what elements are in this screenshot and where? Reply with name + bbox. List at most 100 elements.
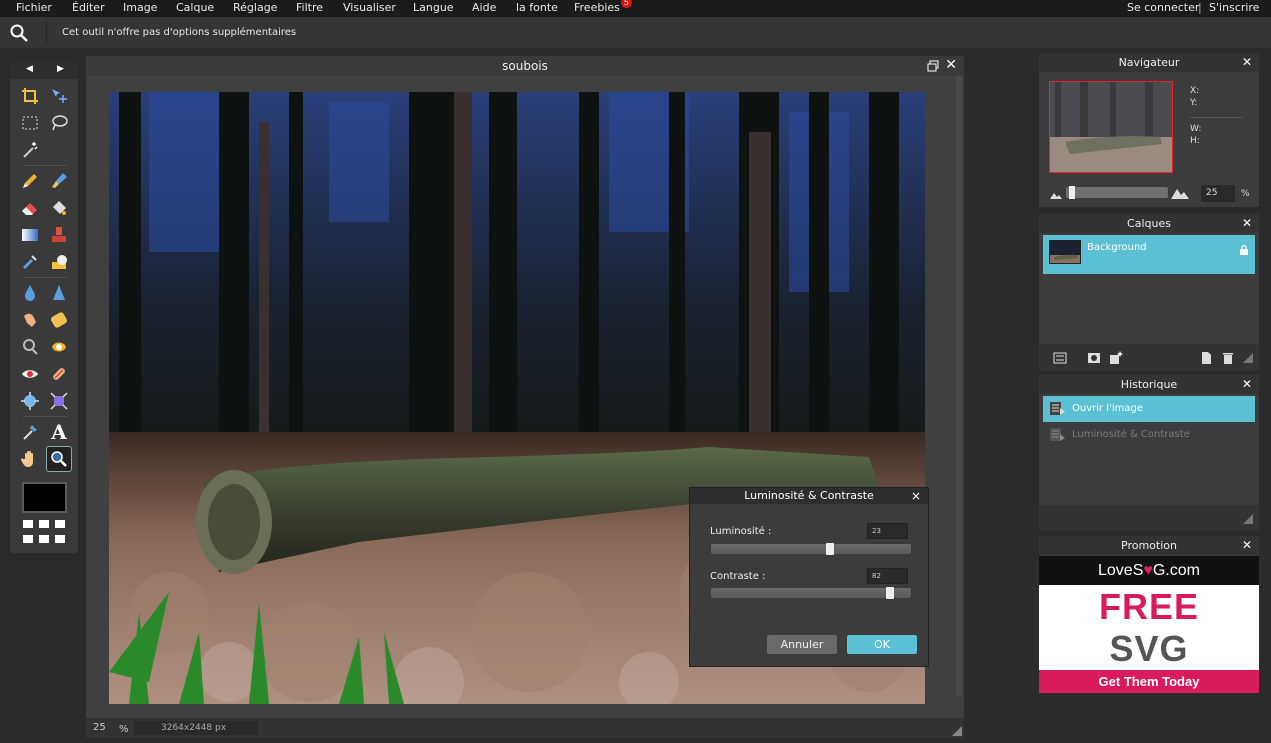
doc-zoom-value[interactable]: 25 [93,722,106,733]
menu-la-fonte[interactable]: la fonte [516,1,558,14]
history-close-icon[interactable]: ✕ [1242,375,1252,394]
layout-grid-cell[interactable] [39,535,49,543]
dialog-close-icon[interactable]: × [911,489,921,503]
document-scrollbar[interactable] [956,76,962,696]
menu-visualiser[interactable]: Visualiser [343,1,396,14]
navigator-zoom-input[interactable]: 25 [1201,185,1235,202]
doc-zoom-unit: % [119,724,129,735]
layer-row[interactable]: Background [1043,235,1255,274]
menu-fichier[interactable]: Fichier [16,1,52,14]
promotion-close-icon[interactable]: ✕ [1242,536,1252,555]
ad-cta-button[interactable]: Get Them Today [1039,670,1259,693]
pinch-icon[interactable] [47,389,71,413]
history-toolbar [1039,505,1259,531]
history-item[interactable]: Luminosité & Contraste [1043,422,1255,448]
menu-calque[interactable]: Calque [176,1,214,14]
burn-icon[interactable] [18,335,42,359]
bloat-icon[interactable] [18,389,42,413]
hand-icon[interactable] [18,447,42,471]
dodge-icon[interactable] [47,335,71,359]
promotion-ad[interactable]: LoveS♥G.com FREE SVG Get Them Today [1039,556,1259,693]
smudge-icon[interactable] [18,308,42,332]
navigator-close-icon[interactable]: ✕ [1242,53,1252,72]
brightness-input[interactable]: 23 [867,523,908,539]
menu-image[interactable]: Image [123,1,157,14]
menu-aide[interactable]: Aide [472,1,496,14]
navigator-zoom-slider[interactable] [1066,186,1168,199]
gradient-icon[interactable] [18,223,42,247]
marquee-icon[interactable] [18,111,42,135]
lock-icon [1240,245,1248,255]
toolbox-next-icon[interactable]: ▶ [57,64,64,74]
close-document-icon[interactable]: ✕ [945,58,957,72]
panel-resize-icon[interactable] [1241,512,1255,526]
signup-link[interactable]: S'inscrire [1209,1,1259,14]
stamp-icon[interactable] [47,223,71,247]
contrast-slider[interactable] [711,587,911,599]
zoom-tool-icon[interactable] [46,446,72,472]
toolbox-divider [23,277,67,278]
ok-button[interactable]: OK [847,635,917,654]
nav-h-label: H: [1190,136,1200,146]
spot-heal-icon[interactable] [47,362,71,386]
navigator-thumbnail[interactable] [1049,81,1173,173]
layers-close-icon[interactable]: ✕ [1242,214,1252,233]
menu-freebies[interactable]: Freebies 5 [574,0,632,14]
login-link[interactable]: Se connecter [1127,1,1199,14]
navigator-title-text: Navigateur [1118,56,1180,69]
new-layer-icon[interactable] [1199,351,1213,365]
move-icon[interactable] [47,84,71,108]
brush-icon[interactable] [47,169,71,193]
history-item-label: Luminosité & Contraste [1072,429,1190,440]
sponge-icon[interactable] [47,308,71,332]
restore-window-icon[interactable] [927,60,939,72]
smudge-dodge-icon[interactable] [47,250,71,274]
navigator-zoom-thumb[interactable] [1069,186,1075,199]
history-item[interactable]: Ouvrir l'image [1043,396,1255,422]
delete-layer-icon[interactable] [1221,351,1235,365]
layout-grid-cell[interactable] [55,535,65,543]
dialog-title: Luminosité & Contraste [690,488,928,504]
doc-dimensions: 3264x2448 px [134,721,258,735]
panel-resize-icon[interactable] [1241,351,1255,365]
layer-effects-icon[interactable] [1109,351,1123,365]
layers-toolbar [1039,344,1259,371]
magic-wand-icon[interactable] [18,138,42,162]
toolbox-prev-icon[interactable]: ◀ [26,64,33,74]
text-icon[interactable]: A [47,420,71,444]
eyedropper-icon[interactable] [18,420,42,444]
layout-grid-cell[interactable] [55,520,65,528]
sharpen-icon[interactable] [47,281,71,305]
layer-adjust-icon[interactable] [1053,351,1067,365]
lasso-icon[interactable] [47,111,71,135]
color-replace-icon[interactable] [18,250,42,274]
history-step-icon [1050,402,1065,415]
blur-icon[interactable] [18,281,42,305]
brightness-slider-thumb[interactable] [826,543,834,555]
resize-handle-icon[interactable] [952,726,962,736]
brightness-slider[interactable] [711,543,911,555]
zoom-in-mountain-icon[interactable] [1171,187,1189,199]
promotion-title-text: Promotion [1121,539,1177,552]
layout-grid-cell[interactable] [23,535,33,543]
bucket-icon[interactable] [47,196,71,220]
cancel-button[interactable]: Annuler [767,635,837,654]
layout-grid-cell[interactable] [23,520,33,528]
contrast-input[interactable]: 82 [867,568,908,584]
pencil-icon[interactable] [18,169,42,193]
history-panel: Historique ✕ Ouvrir l'image Luminosité &… [1039,375,1259,531]
red-eye-icon[interactable] [18,362,42,386]
contrast-slider-thumb[interactable] [886,587,894,599]
menu-reglage[interactable]: Réglage [233,1,277,14]
menu-filtre[interactable]: Filtre [296,1,323,14]
eraser-icon[interactable] [18,196,42,220]
menu-langue[interactable]: Langue [413,1,454,14]
zoom-out-mountain-icon[interactable] [1050,191,1062,199]
crop-icon[interactable] [18,84,42,108]
promotion-panel: Promotion ✕ LoveS♥G.com FREE SVG Get The… [1039,536,1259,693]
foreground-color-swatch[interactable] [22,482,67,513]
layout-grid-cell[interactable] [39,520,49,528]
layer-thumbnail [1049,240,1081,264]
menu-editer[interactable]: Éditer [72,1,105,14]
layer-mask-icon[interactable] [1087,351,1101,365]
